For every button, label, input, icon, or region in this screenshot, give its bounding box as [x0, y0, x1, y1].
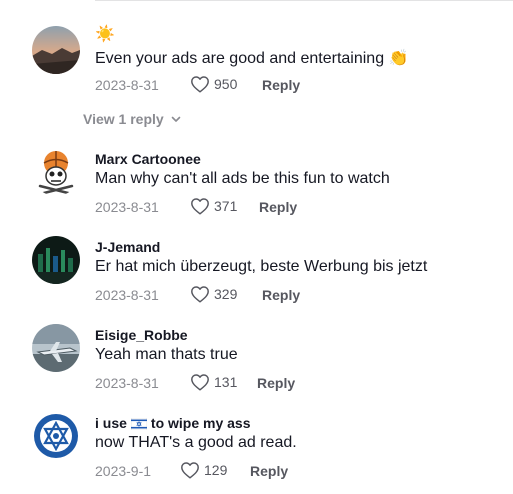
like-button[interactable]: 371 — [190, 197, 237, 215]
avatar[interactable] — [32, 148, 80, 196]
like-button[interactable]: 131 — [190, 373, 237, 391]
comment-text: Er hat mich überzeugt, beste Werbung bis… — [95, 258, 428, 275]
comment-date: 2023-8-31 — [95, 77, 159, 93]
comment-text: Yeah man thats true — [95, 346, 238, 363]
heart-outline-icon — [191, 286, 209, 303]
view-replies-button[interactable]: View 1 reply — [83, 111, 182, 127]
username-emoji[interactable]: ☀️ — [95, 24, 115, 44]
comment-date: 2023-8-31 — [95, 375, 159, 391]
username[interactable]: J-Jemand — [95, 239, 160, 255]
reply-button[interactable]: Reply — [262, 77, 300, 93]
username[interactable]: i use to wipe my ass — [95, 415, 251, 431]
username-suffix: to wipe my ass — [150, 415, 251, 431]
reply-button[interactable]: Reply — [250, 463, 288, 479]
username[interactable]: Marx Cartoonee — [95, 151, 201, 167]
comment-text: Even your ads are good and entertaining … — [95, 50, 409, 67]
heart-outline-icon — [191, 76, 209, 93]
username-prefix: i use — [95, 415, 127, 431]
like-count: 950 — [214, 76, 238, 92]
heart-outline-icon — [191, 198, 209, 215]
like-count: 131 — [214, 374, 238, 390]
reply-button[interactable]: Reply — [259, 199, 297, 215]
like-count: 129 — [204, 462, 228, 478]
chevron-down-icon — [171, 116, 180, 122]
username[interactable]: Eisige_Robbe — [95, 327, 188, 343]
like-count: 371 — [214, 198, 238, 214]
avatar[interactable] — [32, 236, 80, 284]
comment-date: 2023-8-31 — [95, 199, 159, 215]
comment-date: 2023-9-1 — [95, 463, 152, 479]
avatar[interactable] — [32, 412, 80, 460]
top-divider — [95, 0, 513, 1]
view-replies-label: View 1 reply — [83, 111, 164, 127]
avatar[interactable] — [32, 324, 80, 372]
like-count: 329 — [214, 286, 238, 302]
comment-text: now THAT's a good ad read. — [95, 434, 297, 451]
israel-flag-icon — [130, 418, 147, 430]
heart-outline-icon — [181, 462, 199, 479]
reply-button[interactable]: Reply — [257, 375, 295, 391]
heart-outline-icon — [191, 374, 209, 391]
avatar[interactable] — [32, 26, 80, 74]
reply-button[interactable]: Reply — [262, 287, 300, 303]
like-button[interactable]: 950 — [190, 75, 237, 93]
comment-date: 2023-8-31 — [95, 287, 159, 303]
like-button[interactable]: 129 — [180, 461, 227, 479]
comment-text: Man why can't all ads be this fun to wat… — [95, 170, 390, 187]
like-button[interactable]: 329 — [190, 285, 237, 303]
